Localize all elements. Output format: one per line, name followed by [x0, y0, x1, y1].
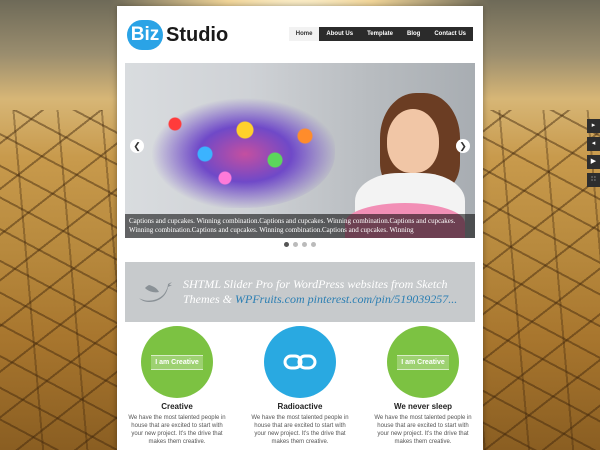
feature-text: We have the most talented people in hous…: [251, 415, 349, 445]
slider-dot-3[interactable]: [302, 242, 307, 247]
logo-text: Studio: [166, 23, 229, 46]
page-container: Biz Studio Home About Us Template Blog C…: [117, 6, 483, 450]
chevron-right-icon[interactable]: ▸: [587, 119, 600, 133]
features-row: I am Creative Creative We have the most …: [125, 326, 475, 446]
girl-face: [387, 109, 439, 173]
logo-badge: Biz: [127, 20, 163, 50]
grid-icon[interactable]: ∷: [587, 173, 600, 187]
badge-text: I am Creative: [151, 354, 203, 370]
chevron-left-icon[interactable]: ◂: [587, 137, 600, 151]
quote-link[interactable]: WPFruits.com pinterest.com/pin/519039257…: [235, 292, 457, 306]
feature-title: Radioactive: [277, 402, 323, 411]
twitter-quote-bar: SHTML Slider Pro for WordPress websites …: [125, 262, 475, 322]
feature-circle: [264, 326, 336, 398]
feature-text: We have the most talented people in hous…: [128, 415, 226, 445]
feature-circle: I am Creative: [387, 326, 459, 398]
nav-template[interactable]: Template: [360, 27, 400, 41]
play-icon[interactable]: ▶: [587, 155, 600, 169]
site-logo[interactable]: Biz Studio: [127, 20, 228, 50]
main-nav: Home About Us Template Blog Contact Us: [288, 27, 473, 41]
chevron-right-icon[interactable]: ❯: [456, 139, 470, 153]
nav-blog[interactable]: Blog: [400, 27, 427, 41]
feature-creative: I am Creative Creative We have the most …: [125, 326, 229, 446]
nav-home[interactable]: Home: [288, 27, 320, 41]
feature-title: Creative: [161, 402, 193, 411]
feature-never-sleep: I am Creative We never sleep We have the…: [371, 326, 475, 446]
nav-contact-us[interactable]: Contact Us: [427, 27, 473, 41]
feature-title: We never sleep: [393, 402, 453, 411]
chevron-left-icon[interactable]: ❮: [130, 139, 144, 153]
side-toolbar: ▸ ◂ ▶ ∷: [587, 119, 600, 187]
feature-circle: I am Creative: [141, 326, 213, 398]
quote-text: SHTML Slider Pro for WordPress websites …: [183, 277, 473, 307]
image-slider: ❮ ❯ Captions and cupcakes. Winning combi…: [125, 63, 475, 238]
badge-text: I am Creative: [397, 354, 449, 370]
slider-dot-4[interactable]: [311, 242, 316, 247]
feature-radioactive: Radioactive We have the most talented pe…: [248, 326, 352, 446]
slider-dot-1[interactable]: [284, 242, 289, 247]
creative-badge: I am Creative: [397, 354, 449, 370]
link-icon: [283, 354, 317, 370]
nav-about-us[interactable]: About Us: [319, 27, 360, 41]
slider-dot-2[interactable]: [293, 242, 298, 247]
feature-text: We have the most talented people in hous…: [374, 415, 472, 445]
beaded-cat-figure: [135, 88, 335, 208]
creative-badge: I am Creative: [151, 354, 203, 370]
slider-pagination: [117, 242, 483, 247]
slide-caption: Captions and cupcakes. Winning combinati…: [125, 214, 475, 238]
twitter-bird-icon: [139, 282, 172, 302]
